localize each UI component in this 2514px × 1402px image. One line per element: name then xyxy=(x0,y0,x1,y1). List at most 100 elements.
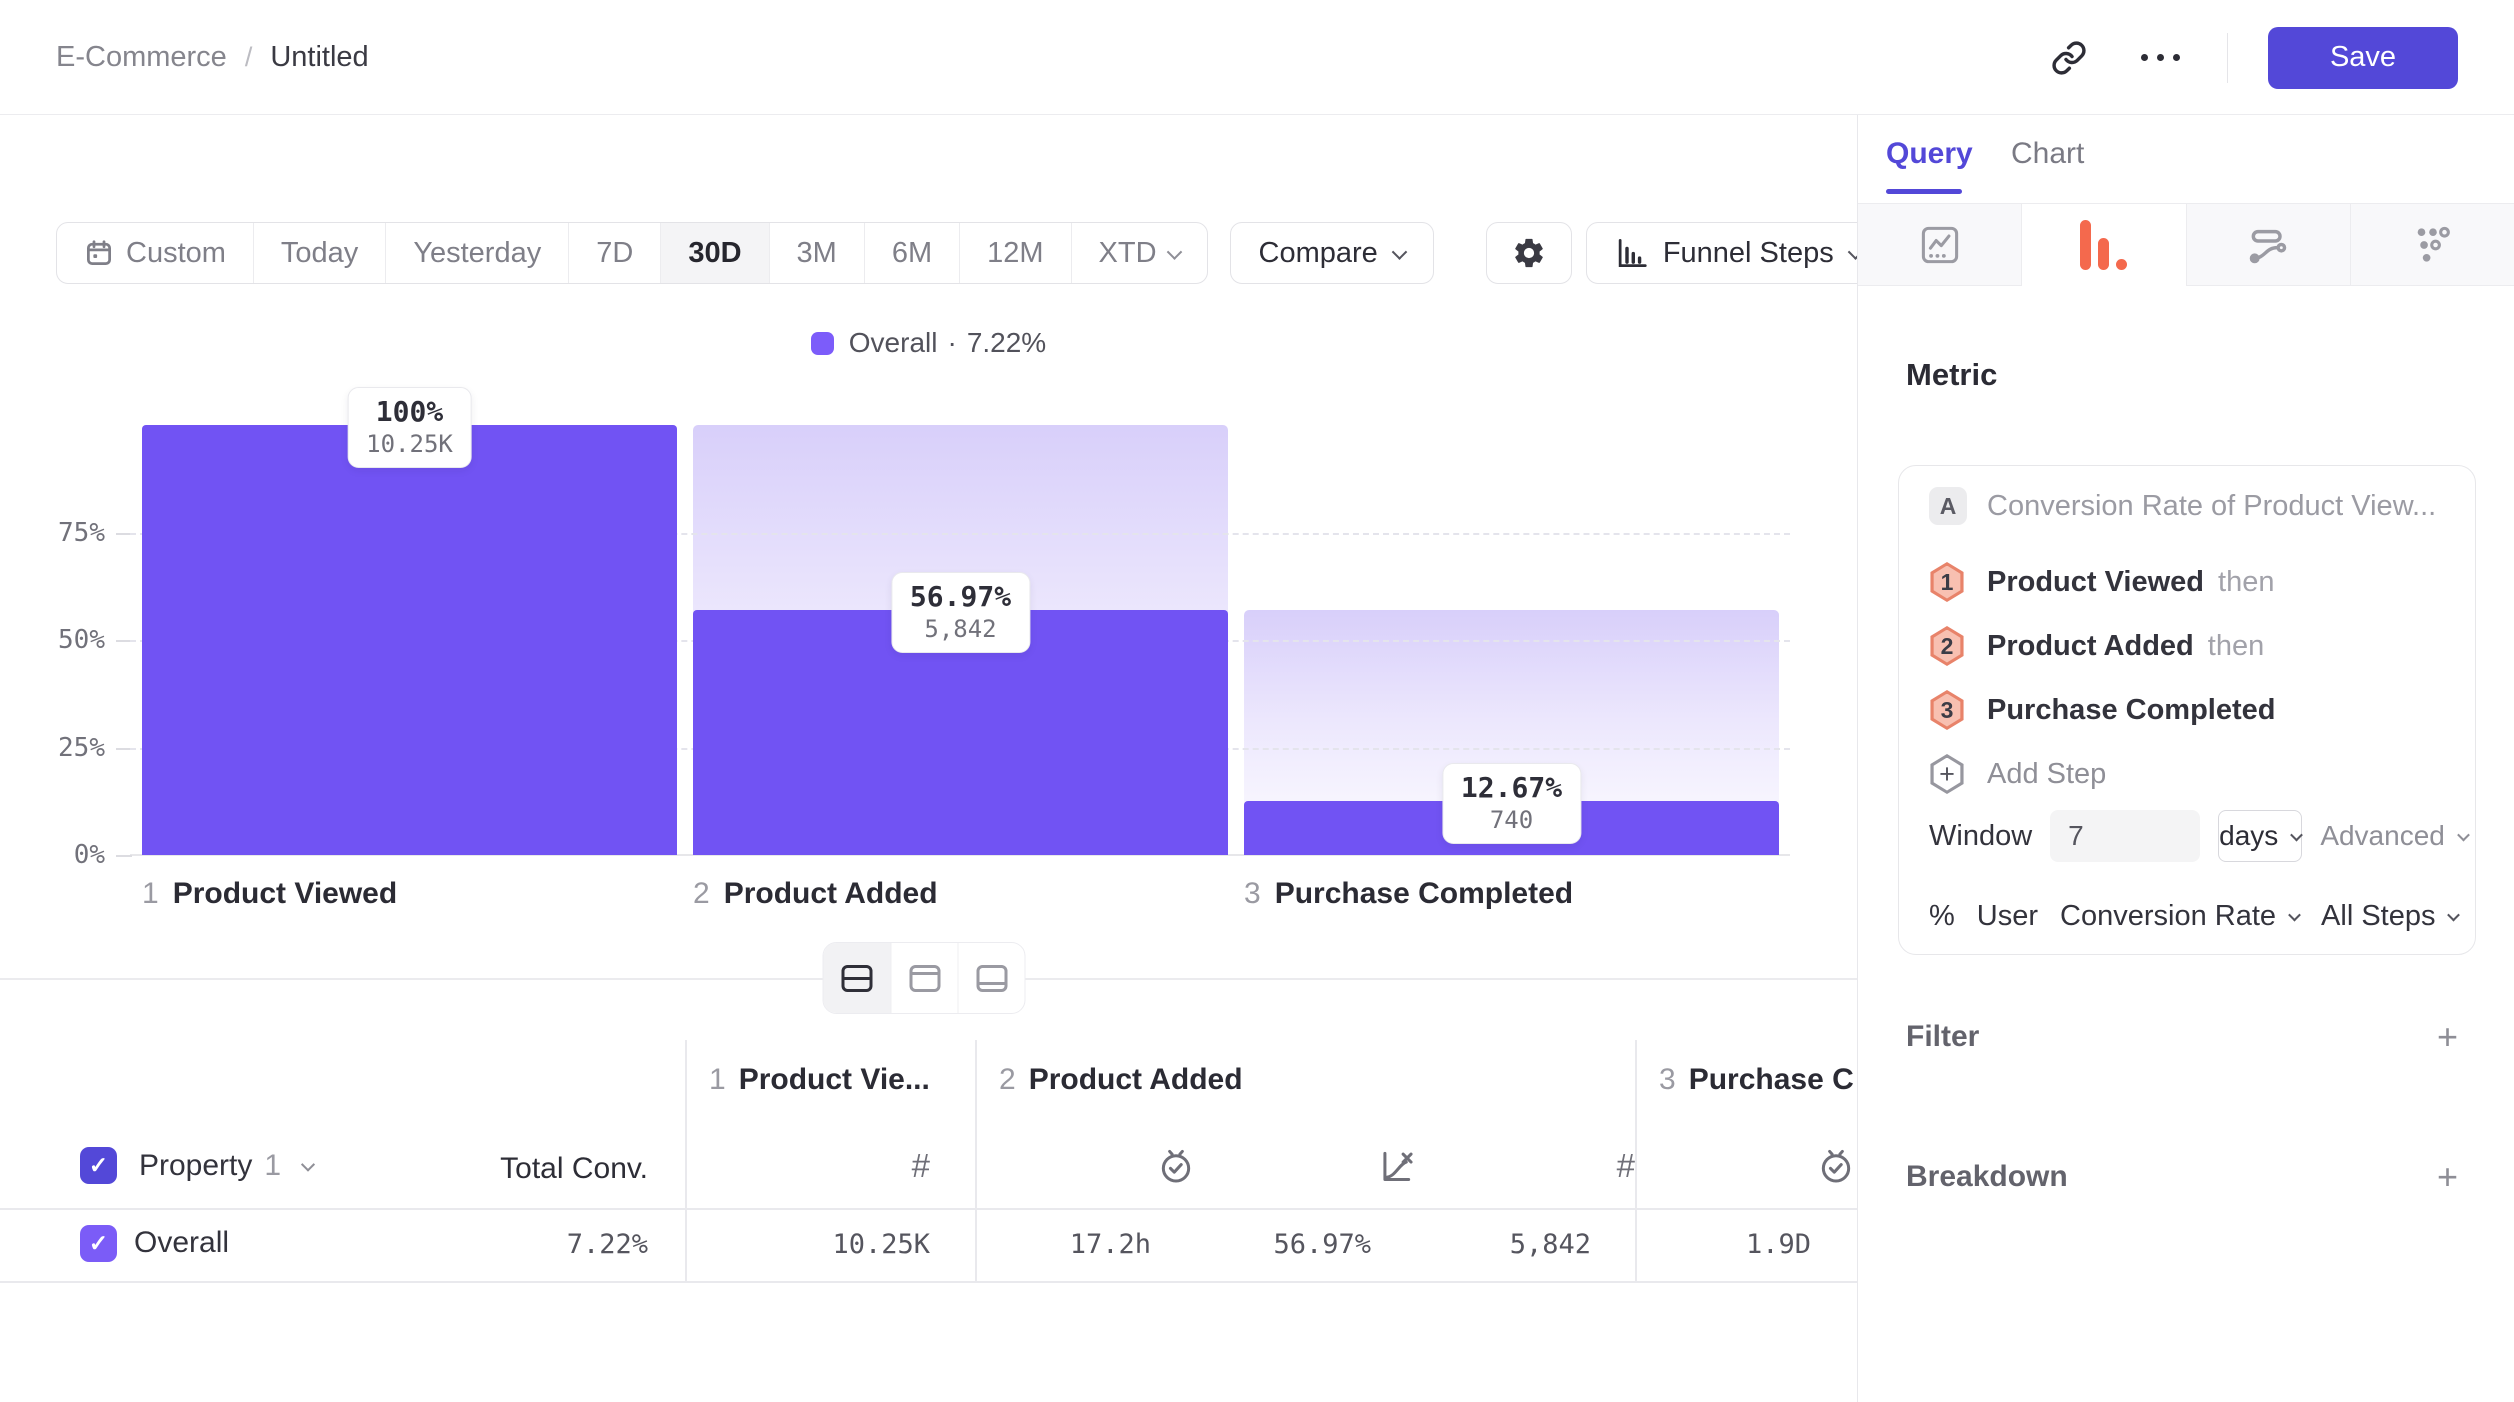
range-today[interactable]: Today xyxy=(253,223,385,283)
chart-settings-button[interactable] xyxy=(1486,222,1572,284)
add-step-row[interactable]: + Add Step xyxy=(1929,742,2445,806)
chart-type-line-tab[interactable] xyxy=(1858,204,2022,286)
legend-series-name: Overall xyxy=(849,327,938,359)
step-row-2[interactable]: 2 Product Added then xyxy=(1929,614,2445,678)
step-row-1[interactable]: 1 Product Viewed then xyxy=(1929,550,2445,614)
range-label: 3M xyxy=(797,237,837,270)
chart-type-scatter-tab[interactable] xyxy=(2351,204,2514,286)
window-value-input[interactable] xyxy=(2050,810,2200,862)
step-then-label: then xyxy=(2218,566,2274,599)
chevron-down-icon xyxy=(2290,828,2303,841)
chart-view-selector[interactable]: Funnel Steps xyxy=(1586,222,1857,284)
top-actions: Save xyxy=(2043,0,2459,115)
range-xtd[interactable]: XTD xyxy=(1071,223,1207,283)
step-event-name[interactable]: Product Viewed xyxy=(1987,566,2204,599)
layout-chart-only-button[interactable] xyxy=(891,943,958,1013)
bar-percent: 12.67% xyxy=(1461,771,1562,804)
funnel-bar[interactable] xyxy=(142,425,677,855)
range-yesterday[interactable]: Yesterday xyxy=(385,223,568,283)
breadcrumb-separator: / xyxy=(245,42,253,73)
breadcrumb-parent[interactable]: E-Commerce xyxy=(56,41,227,74)
layout-toggle-group xyxy=(823,942,1026,1014)
step-name: Purchase C xyxy=(1689,1063,1854,1097)
range-label: 7D xyxy=(596,237,633,270)
measure-metric-select[interactable]: Conversion Rate xyxy=(2060,900,2299,933)
range-label: Today xyxy=(281,237,358,270)
funnel-steps-list: 1 Product Viewed then 2 Product Added th… xyxy=(1929,550,2445,806)
tab-query[interactable]: Query xyxy=(1886,137,1973,171)
date-range-group: Custom Today Yesterday 7D 30D 3M 6M 12M … xyxy=(56,222,1208,284)
chart-legend[interactable]: Overall · 7.22% xyxy=(0,327,1857,359)
property-label[interactable]: Property xyxy=(139,1149,252,1183)
property-index: 1 xyxy=(264,1149,281,1183)
step-number-badge: 1 xyxy=(1929,562,1965,602)
layout-table-only-button[interactable] xyxy=(958,943,1025,1013)
measure-format-toggle[interactable]: % xyxy=(1929,900,1955,933)
more-options-button[interactable] xyxy=(2135,32,2187,84)
funnel-bar-slot: 100%10.25K1Product Viewed xyxy=(142,425,677,855)
save-button[interactable]: Save xyxy=(2268,27,2458,89)
select-all-checkbox[interactable]: ✓ xyxy=(80,1147,117,1184)
bar-count: 10.25K xyxy=(366,430,453,458)
measure-entity-toggle[interactable]: User xyxy=(1977,900,2038,933)
time-column-icon xyxy=(1635,1147,1855,1187)
range-label: 6M xyxy=(892,237,932,270)
window-unit-label: days xyxy=(2219,820,2278,852)
query-panel: Query Chart xyxy=(1857,115,2514,1402)
range-custom[interactable]: Custom xyxy=(57,223,253,283)
metric-section-heading: Metric xyxy=(1906,357,1997,393)
range-3m[interactable]: 3M xyxy=(769,223,864,283)
metric-title-row[interactable]: A Conversion Rate of Product View... xyxy=(1929,484,2445,528)
row-checkbox[interactable]: ✓ xyxy=(80,1225,117,1262)
chart-type-funnel-tab-selected[interactable] xyxy=(2022,204,2186,286)
step-row-3[interactable]: 3 Purchase Completed xyxy=(1929,678,2445,742)
layout-split-button[interactable] xyxy=(824,943,891,1013)
line-chart-icon xyxy=(1917,222,1963,268)
breakdown-label: Breakdown xyxy=(1906,1160,2068,1194)
metric-badge: A xyxy=(1929,487,1967,525)
conversion-window-row: Window days Advanced xyxy=(1929,810,2445,862)
chevron-down-icon[interactable] xyxy=(301,1157,315,1171)
chevron-down-icon xyxy=(2288,909,2301,922)
x-axis-step-label: 2Product Added xyxy=(693,877,938,911)
step-index: 2 xyxy=(693,877,710,911)
measure-scope-label: All Steps xyxy=(2321,900,2435,933)
step-event-name[interactable]: Product Added xyxy=(1987,630,2194,663)
chevron-down-icon xyxy=(1166,244,1182,260)
advanced-toggle[interactable]: Advanced xyxy=(2320,820,2468,852)
cell-step1-count: 10.25K xyxy=(685,1229,930,1260)
compare-button[interactable]: Compare xyxy=(1230,222,1434,284)
step-name: Product Viewed xyxy=(173,877,398,911)
chart-type-flow-tab[interactable] xyxy=(2187,204,2351,286)
count-column-icon: # xyxy=(1415,1147,1635,1187)
cell-total-conv: 7.22% xyxy=(400,1229,648,1260)
flow-sankey-icon xyxy=(2244,221,2292,269)
x-axis-step-label: 1Product Viewed xyxy=(142,877,397,911)
calendar-icon xyxy=(84,238,114,268)
measure-row: % User Conversion Rate All Steps xyxy=(1929,900,2445,933)
cell-step2-time: 17.2h xyxy=(975,1229,1151,1260)
add-filter-button[interactable]: + xyxy=(2437,1019,2458,1055)
add-breakdown-button[interactable]: + xyxy=(2437,1159,2458,1195)
advanced-label: Advanced xyxy=(2320,820,2445,852)
range-7d[interactable]: 7D xyxy=(568,223,660,283)
measure-scope-select[interactable]: All Steps xyxy=(2321,900,2458,933)
breadcrumb-current[interactable]: Untitled xyxy=(270,41,368,74)
table-step3-header: 3 Purchase C xyxy=(1659,1063,1854,1097)
conversion-rate-column-icon xyxy=(1195,1147,1415,1187)
step-name: Product Added xyxy=(1029,1063,1243,1097)
range-12m[interactable]: 12M xyxy=(959,223,1070,283)
range-6m[interactable]: 6M xyxy=(864,223,959,283)
cell-step3-time: 1.9D xyxy=(1635,1229,1811,1260)
share-link-button[interactable] xyxy=(2043,32,2095,84)
step-event-name[interactable]: Purchase Completed xyxy=(1987,694,2275,727)
step-then-label: then xyxy=(2208,630,2264,663)
range-30d-selected[interactable]: 30D xyxy=(660,223,768,283)
tab-chart[interactable]: Chart xyxy=(2011,137,2084,171)
main-content: Custom Today Yesterday 7D 30D 3M 6M 12M … xyxy=(0,115,1857,1402)
split-view-icon xyxy=(842,965,873,992)
window-unit-select[interactable]: days xyxy=(2218,810,2302,862)
step-name: Product Vie... xyxy=(739,1063,930,1097)
bar-percent: 56.97% xyxy=(910,580,1011,613)
range-label: 12M xyxy=(987,237,1043,270)
